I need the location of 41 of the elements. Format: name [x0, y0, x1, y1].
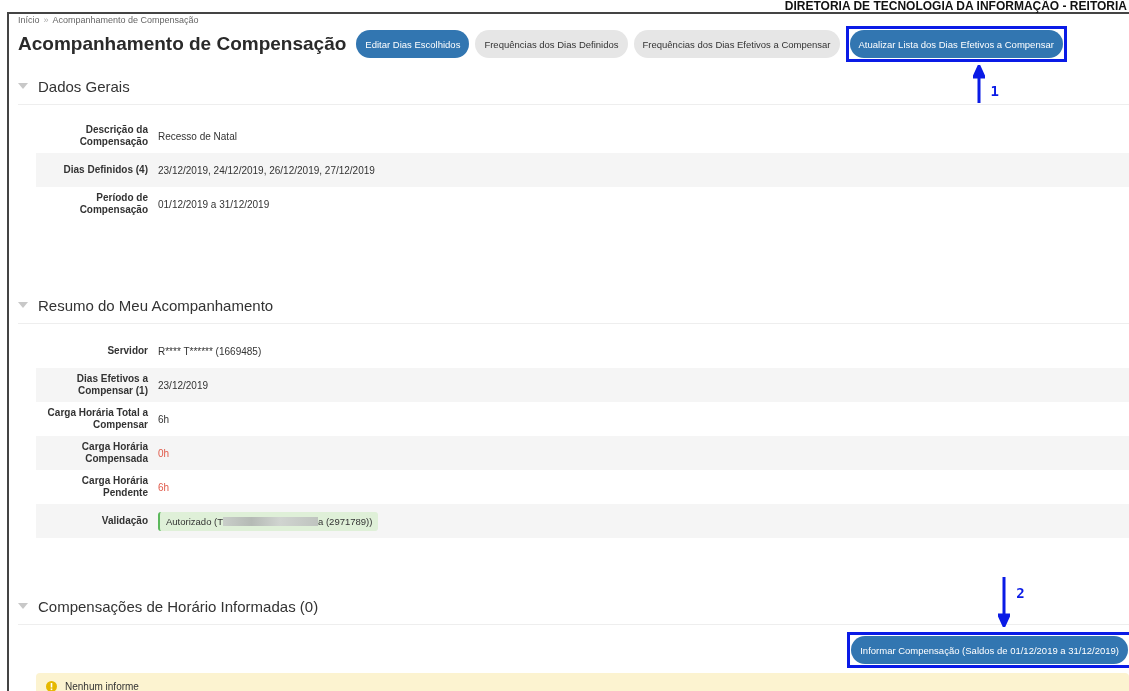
warning-icon [46, 681, 57, 691]
section-title: Compensações de Horário Informadas (0) [38, 597, 319, 615]
annotation-arrow [998, 577, 1011, 627]
breadcrumb-separator: » [43, 15, 49, 25]
action-button[interactable]: Informar Compensação (Saldos de 01/12/2019 a 31/12/2019) [851, 636, 1128, 664]
field-value: R**** T****** (1669485) [158, 345, 262, 357]
field-label: Carga Horária Compensada [80, 441, 149, 465]
field-label: Dias Definidos (4) [62, 164, 149, 176]
section-title: Dados Gerais [38, 77, 130, 95]
notice-text: Nenhum informe [65, 681, 139, 691]
header-title: DIRETORIA DE TECNOLOGIA DA INFORMAÇÃO - REITORIA [784, 0, 1128, 12]
annotation-number: 1 [990, 83, 999, 99]
field-label: Validação [100, 515, 149, 527]
field-value: 01/12/2019 a 31/12/2019 [158, 198, 270, 210]
field-value: 6h [158, 413, 170, 425]
field-value: Recesso de Natal [158, 130, 237, 142]
breadcrumb-link[interactable]: Acompanhamento de Compensação [52, 15, 199, 25]
field-label: Carga Horária Pendente [80, 475, 149, 499]
validation-text: Autorizado (T [166, 515, 224, 527]
action-button[interactable]: Frequências dos Dias Definidos [475, 30, 628, 58]
field-label: Descrição da Compensação [78, 124, 149, 148]
collapse-icon[interactable] [18, 603, 28, 609]
collapse-icon[interactable] [18, 83, 28, 89]
field-value: 23/12/2019 [158, 379, 209, 391]
field-value: 0h [158, 447, 170, 459]
field-value: 23/12/2019, 24/12/2019, 26/12/2019, 27/12/2019 [158, 164, 375, 176]
action-button[interactable]: Frequências dos Dias Efetivos a Compensar [633, 30, 840, 58]
page-title: Acompanhamento de Compensação [18, 33, 347, 55]
action-button[interactable]: Editar Dias Escolhidos [356, 30, 470, 58]
annotation-number: 2 [1016, 585, 1025, 601]
breadcrumb-link[interactable]: Início [18, 15, 40, 25]
field-label: Servidor [106, 345, 149, 357]
collapse-icon[interactable] [18, 302, 28, 308]
annotation-arrow [972, 65, 985, 103]
field-label: Carga Horária Total a Compensar [46, 407, 149, 431]
field-value: 6h [158, 481, 170, 493]
section-title: Resumo do Meu Acompanhamento [38, 296, 274, 314]
field-label: Dias Efetivos a Compensar (1) [75, 373, 149, 397]
validation-text: a (2971789)) [318, 515, 373, 527]
field-label: Período de Compensação [78, 192, 149, 216]
action-button[interactable]: Atualizar Lista dos Dias Efetivos a Compensar [849, 30, 1063, 58]
